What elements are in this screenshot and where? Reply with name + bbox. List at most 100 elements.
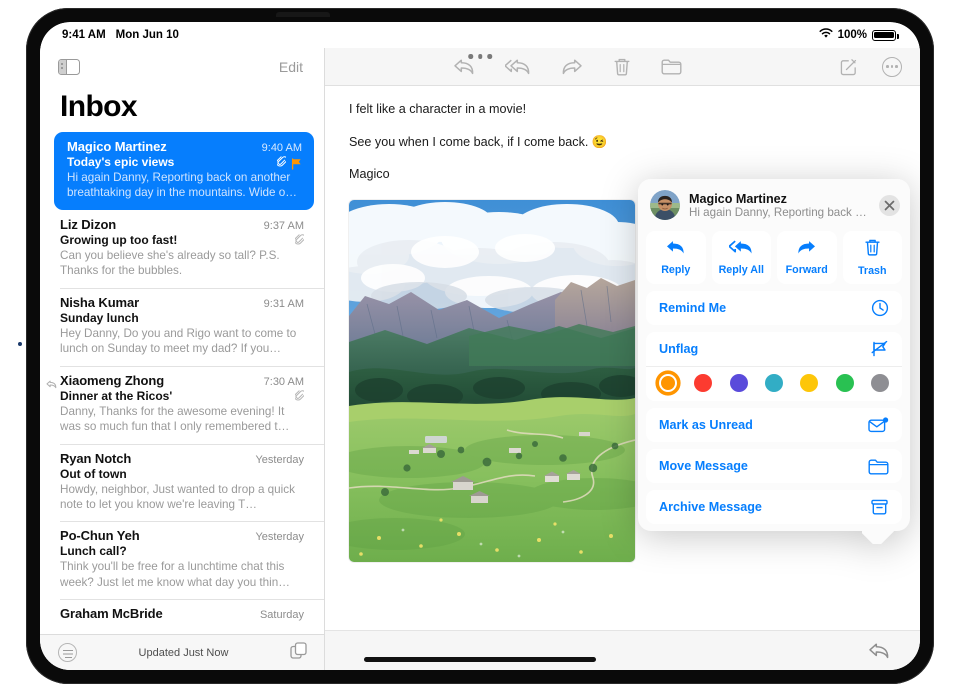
reply-icon[interactable] (868, 642, 890, 660)
message-list: Magico Martinez 9:40 AM Today's epic views… (40, 132, 324, 632)
power-button[interactable] (276, 12, 330, 17)
device-bezel: 9:41 AM Mon Jun 10 100% Edit Inbox Magic… (40, 22, 920, 670)
trash-button[interactable]: Trash (842, 231, 902, 284)
mountain-meadow-photo[interactable] (349, 200, 635, 563)
message-list-item[interactable]: Graham McBride Saturday (40, 599, 324, 632)
message-time: 9:31 AM (263, 297, 304, 310)
message-list-item[interactable]: Nisha Kumar 9:31 AM Sunday lunch Hey Danny,… (40, 287, 324, 366)
forward-icon[interactable] (561, 58, 583, 76)
context-menu-snippet: Hi again Danny, Reporting back o… (689, 205, 870, 219)
flag-color-green[interactable] (835, 374, 854, 392)
remind-me-block: Remind Me (646, 291, 902, 325)
close-icon[interactable] (879, 194, 900, 216)
reply-label: Reply (661, 264, 691, 276)
detail-toolbar-actions (453, 57, 682, 77)
trash-label: Trash (857, 265, 887, 277)
reply-all-icon (728, 239, 754, 261)
sidebar-toggle-icon[interactable] (58, 59, 80, 75)
reply-all-icon[interactable] (505, 58, 531, 76)
archive-message-block: Archive Message (646, 490, 902, 524)
envelope-badge-icon (868, 416, 889, 434)
reply-icon[interactable] (453, 58, 475, 76)
reply-icon (665, 239, 686, 261)
duplicate-icon[interactable] (290, 641, 307, 664)
quick-action-grid: Reply Reply All Forward Trash (638, 231, 910, 291)
trash-icon[interactable] (613, 57, 631, 77)
battery-icon (872, 29, 899, 41)
folder-icon[interactable] (661, 58, 682, 75)
mark-as-unread-label: Mark as Unread (659, 418, 753, 432)
more-icon[interactable] (882, 56, 902, 77)
message-sender: Magico Martinez (67, 139, 167, 154)
compose-icon[interactable] (840, 58, 858, 76)
message-time: Saturday (259, 609, 304, 622)
message-list-item[interactable]: Xiaomeng Zhong 7:30 AM Dinner at the Ricos… (40, 365, 324, 444)
archive-message-label: Archive Message (659, 500, 762, 514)
status-bar-right: 100% (819, 28, 899, 42)
multitasking-handle[interactable] (468, 54, 492, 59)
message-list-item[interactable]: Magico Martinez 9:40 AM Today's epic views… (54, 132, 314, 210)
message-sender: Xiaomeng Zhong (60, 372, 165, 388)
device-frame: 9:41 AM Mon Jun 10 100% Edit Inbox Magic… (26, 8, 934, 684)
message-sender: Po-Chun Yeh (60, 528, 140, 544)
flag-color-red[interactable] (694, 374, 713, 392)
home-indicator[interactable] (364, 657, 596, 662)
move-message-row[interactable]: Move Message (646, 449, 902, 483)
body-paragraph: I felt like a character in a movie! (349, 102, 527, 116)
flag-icon (291, 157, 302, 170)
message-sender: Liz Dizon (60, 216, 117, 232)
unflag-label: Unflag (659, 342, 699, 356)
message-preview: Danny, Thanks for the awesome evening! I… (60, 404, 290, 434)
status-bar: 9:41 AM Mon Jun 10 100% (40, 22, 920, 48)
flag-color-yellow[interactable] (800, 374, 819, 392)
message-time: Yesterday (255, 531, 304, 544)
message-badges (277, 156, 302, 170)
forward-button[interactable]: Forward (777, 231, 837, 284)
flag-color-purple[interactable] (729, 374, 748, 392)
move-message-label: Move Message (659, 459, 748, 473)
handle-dot (468, 54, 473, 59)
handle-dot (487, 54, 492, 59)
reply-button[interactable]: Reply (646, 231, 706, 284)
paperclip-icon (295, 234, 304, 246)
unflag-row[interactable]: Unflag (646, 332, 902, 366)
message-sender: Ryan Notch (60, 450, 132, 466)
flag-color-orange[interactable] (659, 374, 677, 392)
forward-icon (796, 239, 817, 261)
flag-color-gray[interactable] (870, 374, 889, 392)
reply-all-button[interactable]: Reply All (711, 231, 771, 284)
mail-list-pane: Edit Inbox Magico Martinez 9:40 AM Today's… (40, 48, 325, 670)
screen: 9:41 AM Mon Jun 10 100% Edit Inbox Magic… (40, 22, 920, 670)
message-list-item[interactable]: Ryan Notch Yesterday Out of town Howdy, nei… (40, 443, 324, 522)
flag-color-teal[interactable] (764, 374, 783, 392)
mail-list-toolbar: Edit (40, 48, 324, 86)
status-time: 9:41 AM (62, 29, 106, 41)
status-dot (18, 342, 22, 346)
move-message-block: Move Message (646, 449, 902, 483)
remind-me-row[interactable]: Remind Me (646, 291, 902, 325)
message-list-item[interactable]: Liz Dizon 9:37 AM Growing up too fast! Can … (40, 210, 324, 288)
message-subject: Lunch call? (60, 544, 127, 559)
archive-message-row[interactable]: Archive Message (646, 490, 902, 524)
filter-icon[interactable] (58, 643, 77, 662)
mark-unread-block: Mark as Unread (646, 408, 902, 442)
page-title: Inbox (60, 90, 138, 123)
archive-box-icon (870, 498, 889, 516)
message-list-item[interactable]: Po-Chun Yeh Yesterday Lunch call? Think you… (40, 521, 324, 599)
message-badges (295, 389, 304, 402)
mark-as-unread-row[interactable]: Mark as Unread (646, 408, 902, 442)
handle-dot (477, 54, 483, 59)
paperclip-icon (295, 389, 304, 402)
message-time: Yesterday (255, 453, 304, 466)
context-menu-sender-name: Magico Martinez (689, 191, 787, 206)
edit-button[interactable]: Edit (279, 59, 303, 75)
detail-toolbar (325, 48, 920, 86)
flag-color-row (646, 366, 902, 401)
context-menu-sender-block: Magico Martinez Hi again Danny, Reportin… (689, 192, 870, 219)
context-menu-tail (862, 528, 894, 544)
status-bar-left: 9:41 AM Mon Jun 10 (62, 29, 179, 41)
reply-all-label: Reply All (718, 264, 764, 276)
clock-icon (871, 299, 889, 317)
flag-slash-icon (870, 340, 889, 358)
message-time: 9:37 AM (263, 219, 304, 232)
